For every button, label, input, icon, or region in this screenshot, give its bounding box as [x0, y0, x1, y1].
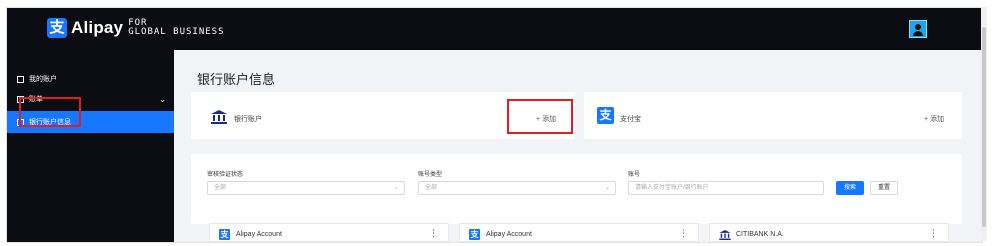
more-options-icon[interactable]: ⋮: [679, 228, 688, 239]
brand-name: Alipay: [71, 18, 124, 37]
account-card-label: CITIBANK N.A.: [736, 231, 784, 238]
page-title: 银行账户信息: [197, 72, 276, 87]
scrollbar-thumb[interactable]: [982, 27, 986, 227]
sidebar: 我的账户 账单 ⌄ 银行账户信息: [7, 50, 174, 242]
search-button[interactable]: 搜索: [836, 181, 864, 195]
brand-tagline-line2: GLOBAL BUSINESS: [128, 27, 225, 37]
account-card-2[interactable]: 支 Alipay Account ⋮: [459, 223, 699, 242]
account-number-placeholder: 请输入支付宝账户/银行账户: [635, 185, 709, 191]
alipay-card: 支 支付宝 + 添加: [584, 92, 962, 139]
top-bar: 支 Alipay FOR GLOBAL BUSINESS: [7, 8, 982, 50]
alipay-logo-icon: 支: [47, 18, 67, 38]
sidebar-item-my-account[interactable]: 我的账户: [7, 68, 174, 90]
chevron-down-icon: ⌄: [393, 185, 399, 191]
account-number-input[interactable]: 请输入支付宝账户/银行账户: [628, 181, 824, 195]
highlight-box-add: [507, 99, 573, 134]
brand-logo[interactable]: 支 Alipay FOR GLOBAL BUSINESS: [47, 18, 225, 38]
account-type-value: 全部: [425, 185, 438, 191]
more-options-icon[interactable]: ⋮: [429, 228, 438, 239]
account-number-label: 账号: [628, 172, 641, 178]
bank-account-label: 银行账户: [234, 116, 262, 123]
sidebar-item-label: 我的账户: [29, 76, 57, 83]
app-window: 支 Alipay FOR GLOBAL BUSINESS 我的账户 账单 ⌄ 银…: [6, 7, 983, 243]
verify-status-select[interactable]: 全部 ⌄: [207, 181, 405, 195]
chevron-down-icon[interactable]: ⌄: [159, 95, 166, 104]
account-type-label: 账号类型: [418, 172, 443, 178]
highlight-box-sidebar: [19, 97, 81, 127]
more-options-icon[interactable]: ⋮: [929, 228, 938, 239]
add-alipay-button[interactable]: + 添加: [924, 114, 944, 124]
account-card-label: Alipay Account: [486, 231, 532, 238]
account-card-3[interactable]: CITIBANK N.A. ⋮: [709, 223, 949, 242]
user-avatar-icon[interactable]: [909, 20, 927, 38]
account-card-1[interactable]: 支 Alipay Account ⋮: [209, 223, 449, 242]
account-icon: [17, 75, 24, 83]
verify-status-value: 全部: [214, 185, 227, 191]
reset-button[interactable]: 重置: [870, 181, 898, 195]
alipay-label: 支付宝: [620, 116, 641, 123]
alipay-icon: 支: [219, 229, 230, 240]
bank-icon: [211, 110, 227, 124]
vertical-scrollbar[interactable]: [981, 7, 987, 241]
bank-icon: [719, 230, 731, 240]
alipay-icon: 支: [469, 229, 480, 240]
brand-tagline: FOR GLOBAL BUSINESS: [128, 19, 224, 37]
chevron-down-icon: ⌄: [604, 185, 610, 191]
filter-panel: 审核验证状态 全部 ⌄ 账号类型 全部 ⌄ 账号 请输入支付宝账户/银行账户 搜…: [191, 154, 962, 224]
verify-status-label: 审核验证状态: [207, 172, 244, 178]
alipay-icon: 支: [597, 107, 614, 124]
account-type-select[interactable]: 全部 ⌄: [418, 181, 616, 195]
account-card-label: Alipay Account: [236, 231, 282, 238]
